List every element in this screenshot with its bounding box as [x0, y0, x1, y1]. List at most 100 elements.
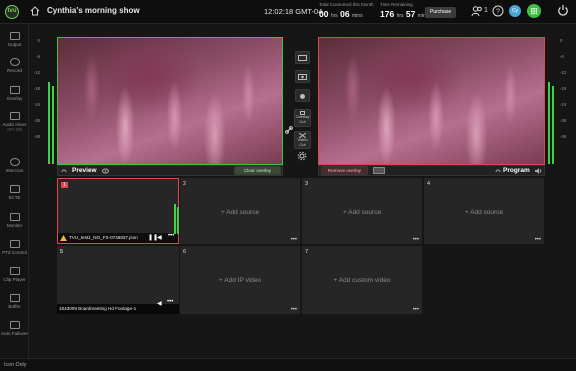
sidebar-item-audio-mixer[interactable]: Audio mixer AFV ON	[0, 112, 29, 132]
meter-tick: -18	[33, 86, 40, 91]
remaining-hours: 176	[380, 9, 395, 19]
source-tile-6[interactable]: 6 + Add IP video •••	[180, 246, 300, 314]
source-tile-5[interactable]: 5 1843009 Boardmeeting Hd Footage-1 ◀ ••…	[57, 246, 179, 314]
users-icon[interactable]	[471, 5, 483, 17]
sidebar-item-record[interactable]: Record	[0, 58, 29, 73]
preview-level-bar-l	[48, 82, 50, 164]
headphones-icon[interactable]	[61, 168, 67, 174]
program-level-bar-l	[548, 82, 550, 164]
add-source-button[interactable]: + Add source	[302, 209, 422, 216]
clear-overlay-button[interactable]: Clear overlay	[234, 166, 281, 175]
source-level-bar	[174, 204, 176, 234]
top-bar: tvu Cynthia's morning show 12:02:18 GMT-…	[0, 0, 576, 24]
sidebar: Output Record Overlay Audio mixer AFV ON …	[0, 24, 29, 358]
sidebar-item-label: PTZ Control	[2, 250, 27, 255]
overlay-cut-button[interactable]: Overlay Cut	[294, 109, 311, 127]
meter-tick: -36	[33, 118, 40, 123]
source-tile-7[interactable]: 7 + Add custom video •••	[302, 246, 422, 314]
warning-icon	[60, 235, 67, 241]
program-audio-meter: 0 -6 -12 -18 -24 -36 -48	[560, 38, 570, 168]
purchase-button[interactable]: Purchase	[425, 7, 457, 18]
source-tile-4[interactable]: 4 + Add source •••	[424, 178, 544, 244]
sidebar-item-intercom[interactable]: Intercom	[0, 158, 29, 173]
speaker-icon[interactable]: ◀	[157, 234, 162, 241]
apps-grid-button[interactable]	[527, 4, 541, 18]
add-ip-video-button[interactable]: + Add IP video	[180, 277, 300, 284]
help-icon[interactable]: ?	[492, 5, 504, 17]
app-logo[interactable]: tvu	[5, 5, 19, 19]
sidebar-item-ptz-control[interactable]: PTZ Control	[0, 240, 29, 255]
show-title: Cynthia's morning show	[47, 6, 140, 15]
sidebar-item-scte[interactable]: SCTE	[0, 185, 29, 200]
meter-tick: -6	[560, 54, 564, 59]
layout-button-2[interactable]	[295, 70, 310, 83]
source-tile-3[interactable]: 3 + Add source •••	[302, 178, 422, 244]
sidebar-item-monitor[interactable]: Monitor	[0, 213, 29, 228]
remaining-stat: Time Remaining 176 hrs 57 mins	[380, 2, 428, 19]
circle-icon	[300, 94, 305, 99]
svg-text:?: ?	[496, 9, 500, 16]
headphones-icon[interactable]	[495, 168, 501, 174]
source-number: 5	[60, 249, 64, 255]
icon-only-toggle[interactable]: Icon Only	[4, 362, 26, 368]
video-cut-button[interactable]: Video Cut	[294, 131, 311, 149]
consumed-hours-unit: hrs	[330, 13, 338, 19]
source-tile-1[interactable]: 1 TVU_test1_NO_FS-0746837.json ❚❚ ◀ •••	[57, 178, 179, 244]
overlay-thumbnail[interactable]	[373, 167, 385, 174]
consumed-mins: 06	[340, 9, 350, 19]
grid-icon	[531, 8, 538, 15]
sidebar-item-label: SCTE	[8, 195, 21, 200]
sidebar-item-buffer[interactable]: Buffer	[0, 294, 29, 309]
program-bar: Remove overlay Program	[318, 165, 545, 176]
meter-tick: 0	[560, 38, 563, 43]
settings-gear-icon[interactable]	[297, 151, 307, 161]
sidebar-item-label: Record	[7, 68, 22, 73]
sidebar-item-label: Output	[7, 42, 22, 47]
sidebar-item-label: Clip Player	[3, 277, 26, 282]
link-icon[interactable]	[285, 126, 293, 134]
program-level-bar-r	[552, 86, 554, 164]
speaker-icon[interactable]	[535, 168, 542, 174]
bottom-bar: Icon Only	[0, 358, 576, 371]
meter-tick: -36	[560, 118, 567, 123]
eye-icon[interactable]	[102, 168, 109, 174]
meter-tick: -18	[560, 86, 567, 91]
avatar[interactable]: Cy	[509, 5, 521, 17]
program-monitor[interactable]	[318, 37, 545, 165]
layout-button-3[interactable]	[295, 89, 310, 102]
meter-tick: -12	[560, 70, 567, 75]
home-icon[interactable]	[30, 6, 40, 16]
sidebar-item-overlay[interactable]: Overlay	[0, 86, 29, 101]
source-number: 4	[427, 181, 431, 187]
meter-tick: -24	[560, 102, 567, 107]
sidebar-item-output[interactable]: Output	[0, 32, 29, 47]
video-cut-label: Video Cut	[297, 137, 308, 147]
remaining-label: Time Remaining	[380, 2, 413, 7]
monitor-icon	[9, 213, 20, 221]
source-tile-2[interactable]: 2 + Add source •••	[180, 178, 300, 244]
more-icon[interactable]: •••	[167, 299, 173, 305]
meter-tick: -24	[33, 102, 40, 107]
remove-overlay-button[interactable]: Remove overlay	[321, 166, 368, 175]
sidebar-item-clip-player[interactable]: Clip Player	[0, 267, 29, 282]
more-icon[interactable]: •••	[413, 237, 419, 243]
more-icon[interactable]: •••	[535, 237, 541, 243]
more-icon[interactable]: •••	[291, 307, 297, 313]
preview-bar: Preview Clear overlay	[57, 165, 283, 176]
sidebar-item-label: Buffer	[8, 304, 21, 309]
consumed-mins-unit: mins	[352, 13, 363, 19]
speaker-icon[interactable]: ◀	[157, 300, 162, 307]
layout-button-1[interactable]	[295, 51, 310, 64]
audio-mixer-icon	[9, 112, 20, 120]
sidebar-item-auto-failover[interactable]: Auto Failover	[0, 321, 29, 336]
preview-monitor[interactable]	[57, 37, 283, 165]
add-custom-video-button[interactable]: + Add custom video	[302, 277, 422, 284]
program-label: Program	[503, 167, 530, 174]
output-icon	[9, 32, 20, 40]
more-icon[interactable]: •••	[291, 237, 297, 243]
add-source-button[interactable]: + Add source	[424, 209, 544, 216]
add-source-button[interactable]: + Add source	[180, 209, 300, 216]
more-icon[interactable]: •••	[413, 307, 419, 313]
meter-tick: -6	[36, 54, 40, 59]
power-icon[interactable]	[557, 4, 569, 17]
